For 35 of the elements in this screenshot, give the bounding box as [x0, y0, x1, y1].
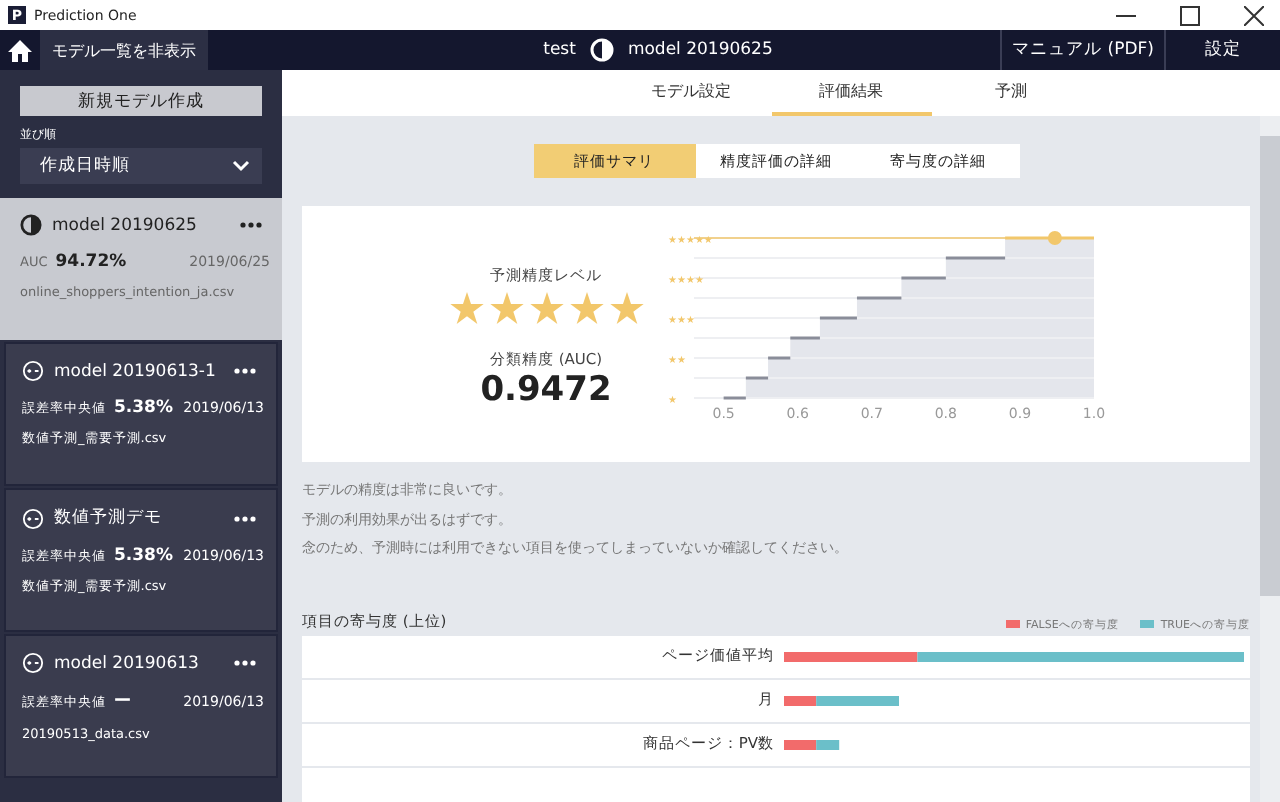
star-icon	[529, 291, 563, 323]
more-icon[interactable]	[240, 222, 262, 228]
sort-dropdown[interactable]: 作成日時順	[20, 148, 262, 184]
home-icon	[8, 39, 32, 61]
star-icon	[489, 291, 523, 323]
chevron-down-icon	[232, 160, 250, 172]
metric-value: ー	[114, 690, 134, 714]
new-model-button[interactable]: 新規モデル作成	[20, 86, 262, 116]
plus-minus-circle-icon	[22, 507, 44, 529]
contribution-bar	[784, 739, 840, 749]
star-icon	[609, 291, 643, 323]
auc-value: 0.9472	[480, 369, 612, 409]
metric-value: 5.38%	[114, 398, 175, 418]
half-circle-icon	[20, 214, 42, 236]
scrollbar[interactable]	[1260, 116, 1280, 802]
close-icon[interactable]	[1244, 5, 1264, 25]
star-icon	[449, 291, 483, 323]
hide-model-list-button[interactable]: モデル一覧を非表示	[40, 30, 208, 70]
more-icon[interactable]	[234, 660, 256, 666]
metric-value: 5.38%	[114, 546, 175, 566]
contribution-bar	[784, 695, 899, 705]
model-name: model 20190613	[54, 653, 201, 673]
model-name: 数値予測デモ	[54, 506, 164, 530]
project-name: test	[543, 40, 576, 60]
maximize-icon[interactable]	[1180, 5, 1200, 25]
model-name: model 20190625	[627, 40, 773, 60]
model-name: model 20190625	[52, 215, 199, 235]
model-name: model 20190613-1	[54, 361, 218, 381]
star-icon	[569, 291, 603, 323]
metric-value: 94.72%	[55, 252, 129, 272]
more-icon[interactable]	[234, 368, 256, 374]
half-circle-icon	[589, 38, 614, 62]
more-icon[interactable]	[234, 515, 256, 521]
plus-minus-circle-icon	[22, 360, 44, 382]
plus-minus-circle-icon	[22, 652, 44, 674]
